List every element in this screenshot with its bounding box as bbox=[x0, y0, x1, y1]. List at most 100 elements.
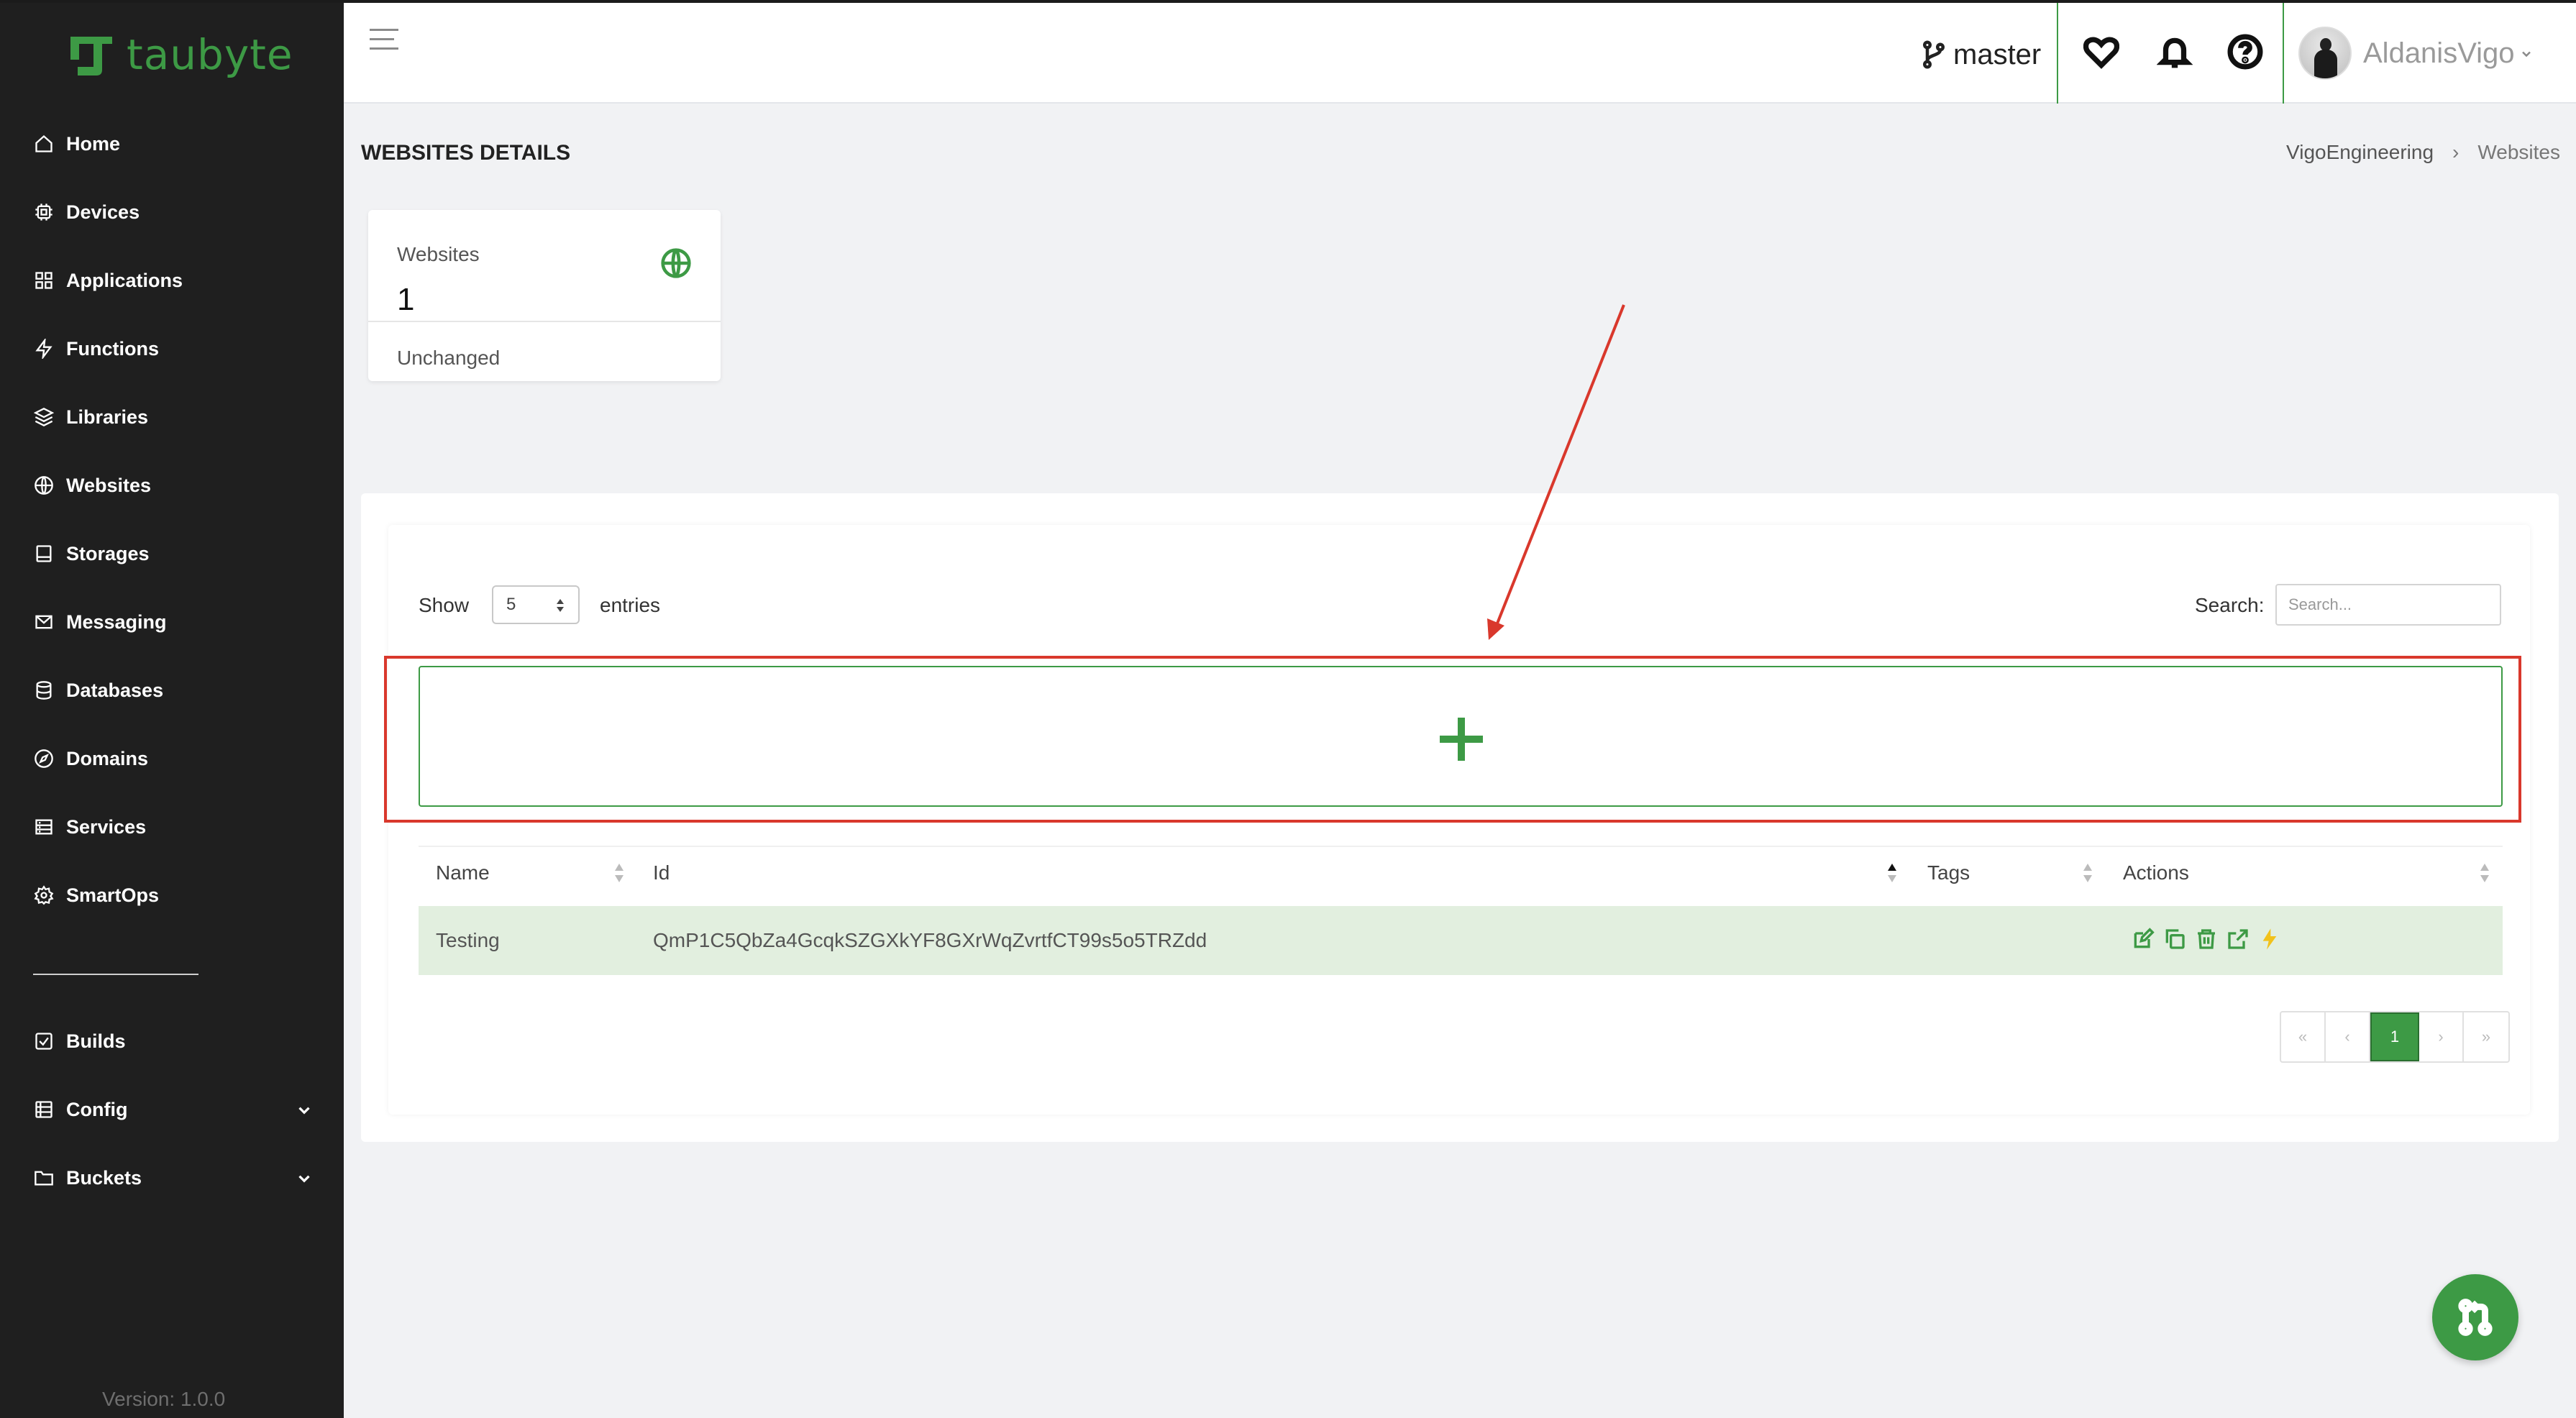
breadcrumb-separator-icon: › bbox=[2452, 141, 2459, 163]
globe-icon bbox=[33, 475, 55, 496]
sidebar-item-domains[interactable]: Domains bbox=[33, 737, 314, 780]
page-first-button[interactable]: « bbox=[2281, 1012, 2326, 1061]
window-top-border bbox=[0, 0, 2576, 3]
pagination: « ‹ 1 › » bbox=[2280, 1011, 2510, 1063]
sidebar-item-databases[interactable]: Databases bbox=[33, 669, 314, 712]
sidebar-item-home[interactable]: Home bbox=[33, 122, 314, 165]
user-menu[interactable]: AldanisVigo bbox=[2298, 24, 2534, 82]
sidebar-item-label: Domains bbox=[66, 747, 149, 769]
layers-icon bbox=[33, 406, 55, 428]
sidebar-item-label: Libraries bbox=[66, 406, 149, 428]
sidebar-item-functions[interactable]: Functions bbox=[33, 327, 314, 370]
table-row[interactable]: Testing QmP1C5QbZa4GcqkSZGXkYF8GXrWqZvrt… bbox=[419, 906, 2503, 975]
menu-toggle-icon[interactable] bbox=[370, 29, 398, 55]
page-next-button[interactable]: › bbox=[2419, 1012, 2464, 1061]
sidebar-item-services[interactable]: Services bbox=[33, 805, 314, 848]
cell-id: QmP1C5QbZa4GcqkSZGXkYF8GXrWqZvrtfCT99s5o… bbox=[653, 929, 1207, 951]
sidebar-item-config[interactable]: Config bbox=[33, 1088, 314, 1131]
sidebar-item-messaging[interactable]: Messaging bbox=[33, 600, 314, 644]
grid-icon bbox=[33, 270, 55, 291]
cog-icon bbox=[33, 884, 55, 906]
taubyte-logo-icon bbox=[70, 37, 112, 76]
column-header-name[interactable]: Name bbox=[436, 861, 490, 884]
sidebar-item-label: Websites bbox=[66, 474, 152, 496]
stat-divider bbox=[368, 321, 721, 322]
sidebar-item-label: Home bbox=[66, 132, 121, 155]
chevron-down-icon bbox=[295, 1101, 314, 1125]
sidebar-item-applications[interactable]: Applications bbox=[33, 259, 314, 302]
sidebar-item-storages[interactable]: Storages bbox=[33, 532, 314, 575]
server-icon bbox=[33, 816, 55, 838]
column-header-actions[interactable]: Actions bbox=[2123, 861, 2189, 884]
sidebar-item-label: Messaging bbox=[66, 610, 167, 633]
sidebar-item-label: Config bbox=[66, 1098, 128, 1120]
sidebar-item-libraries[interactable]: Libraries bbox=[33, 395, 314, 439]
stat-label: Websites bbox=[397, 243, 480, 265]
chevron-down-icon bbox=[295, 1169, 314, 1193]
app-version: Version: 1.0.0 bbox=[102, 1388, 226, 1410]
notifications-button[interactable] bbox=[2155, 32, 2195, 72]
sidebar-item-label: Applications bbox=[66, 269, 183, 291]
search-label: Search: bbox=[2195, 594, 2265, 616]
lightning-icon[interactable] bbox=[2257, 926, 2283, 952]
external-link-icon[interactable] bbox=[2225, 926, 2251, 952]
storage-icon bbox=[33, 543, 55, 564]
sidebar-item-label: SmartOps bbox=[66, 884, 160, 906]
sidebar-item-buckets[interactable]: Buckets bbox=[33, 1156, 314, 1199]
entries-per-page-select[interactable]: 5 bbox=[492, 585, 580, 624]
header-separator bbox=[2283, 3, 2284, 104]
entries-label: entries bbox=[600, 594, 661, 616]
cell-name: Testing bbox=[436, 929, 500, 951]
folder-icon bbox=[33, 1167, 55, 1189]
sidebar-item-devices[interactable]: Devices bbox=[33, 191, 314, 234]
column-header-id[interactable]: Id bbox=[653, 861, 670, 884]
globe-icon bbox=[660, 247, 692, 279]
branch-name: master bbox=[1953, 38, 2042, 70]
git-pull-request-icon bbox=[2458, 1299, 2493, 1336]
bolt-icon bbox=[33, 338, 55, 360]
show-label: Show bbox=[419, 594, 470, 616]
branch-selector[interactable]: master bbox=[1920, 33, 2041, 76]
sidebar-item-websites[interactable]: Websites bbox=[33, 464, 314, 507]
help-button[interactable] bbox=[2225, 32, 2265, 72]
entries-per-page-value: 5 bbox=[506, 595, 516, 614]
column-header-tags[interactable]: Tags bbox=[1927, 861, 1970, 884]
chevron-down-icon bbox=[2519, 47, 2534, 65]
database-icon bbox=[33, 680, 55, 701]
page-current-button[interactable]: 1 bbox=[2370, 1012, 2419, 1061]
chip-icon bbox=[33, 201, 55, 223]
page-prev-button[interactable]: ‹ bbox=[2326, 1012, 2370, 1061]
favorites-button[interactable] bbox=[2081, 32, 2121, 72]
logo[interactable]: taubyte bbox=[66, 27, 293, 82]
table-header: Name Id Tags Actions bbox=[419, 846, 2503, 899]
copy-icon[interactable] bbox=[2162, 926, 2188, 952]
highlight-annotation-box bbox=[384, 656, 2521, 823]
sidebar-item-builds[interactable]: Builds bbox=[33, 1020, 314, 1063]
pull-request-fab[interactable] bbox=[2432, 1274, 2518, 1360]
sort-icon[interactable] bbox=[2478, 861, 2491, 884]
stat-value: 1 bbox=[397, 282, 415, 317]
page-last-button[interactable]: » bbox=[2464, 1012, 2508, 1061]
check-square-icon bbox=[33, 1030, 55, 1052]
sidebar-item-smartops[interactable]: SmartOps bbox=[33, 874, 314, 917]
breadcrumb-item-project[interactable]: VigoEngineering bbox=[2286, 141, 2434, 164]
sidebar-item-label: Devices bbox=[66, 201, 140, 223]
page-title: WEBSITES DETAILS bbox=[361, 141, 571, 165]
sort-icon[interactable] bbox=[613, 861, 626, 884]
search-input[interactable] bbox=[2275, 584, 2501, 626]
edit-icon[interactable] bbox=[2130, 926, 2156, 952]
sidebar-item-label: Databases bbox=[66, 679, 164, 701]
compass-icon bbox=[33, 748, 55, 769]
user-name: AldanisVigo bbox=[2363, 37, 2515, 69]
sidebar-item-label: Storages bbox=[66, 542, 150, 564]
sidebar-item-label: Functions bbox=[66, 337, 159, 360]
help-circle-icon bbox=[2227, 34, 2263, 70]
logo-text: taubyte bbox=[127, 30, 293, 79]
sidebar-item-label: Builds bbox=[66, 1030, 126, 1052]
sort-ascending-icon[interactable] bbox=[1886, 861, 1899, 884]
trash-icon[interactable] bbox=[2193, 926, 2219, 952]
git-branch-icon bbox=[1923, 40, 1945, 69]
breadcrumb-item-current: Websites bbox=[2477, 141, 2560, 163]
sort-icon[interactable] bbox=[2081, 861, 2094, 884]
config-icon bbox=[33, 1099, 55, 1120]
